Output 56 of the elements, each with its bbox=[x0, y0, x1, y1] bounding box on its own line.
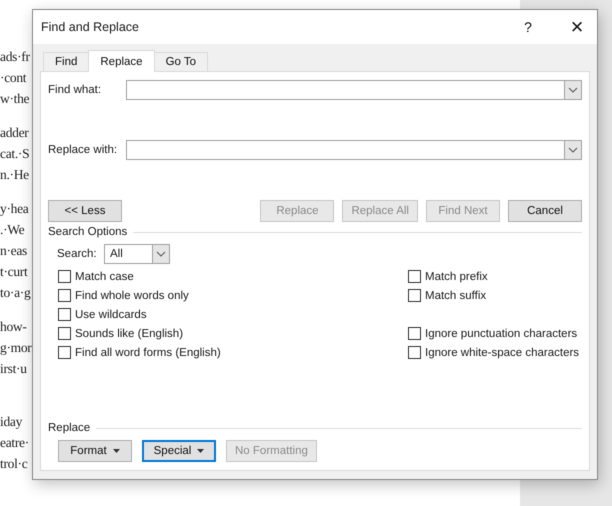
checkbox[interactable] bbox=[58, 308, 71, 321]
checkbox[interactable] bbox=[408, 270, 421, 283]
field-label: Find what: bbox=[48, 84, 102, 96]
option-label: Ignore punctuation characters bbox=[425, 328, 578, 340]
option-label: Find all word forms (English) bbox=[75, 346, 221, 358]
document-text: how- bbox=[0, 318, 27, 336]
document-text: ads·fr bbox=[0, 48, 30, 66]
option-label: Find whole words only bbox=[75, 290, 189, 302]
document-text: irst·u bbox=[0, 360, 27, 378]
window-title: Find and Replace bbox=[41, 20, 140, 34]
search-select[interactable]: All bbox=[104, 244, 170, 264]
section-heading: Replace bbox=[48, 422, 90, 434]
document-text: g·mor bbox=[0, 339, 32, 357]
dropdown-icon[interactable] bbox=[564, 141, 581, 159]
replace-with-field[interactable] bbox=[126, 140, 582, 160]
document-text: eatre· bbox=[0, 434, 29, 452]
document-text: trol·c bbox=[0, 455, 28, 473]
document-text: n.·He bbox=[0, 166, 29, 184]
format-menu-button[interactable]: Special bbox=[142, 440, 216, 462]
tab[interactable]: Find bbox=[43, 52, 90, 71]
option-label: Ignore white-space characters bbox=[425, 346, 580, 358]
field-label: Search: bbox=[57, 248, 98, 260]
dropdown-icon[interactable] bbox=[152, 245, 169, 263]
format-menu-button[interactable]: Format bbox=[58, 440, 132, 462]
checkbox[interactable] bbox=[58, 346, 71, 359]
close-button[interactable]: × bbox=[557, 12, 597, 42]
less-button[interactable]: << Less bbox=[48, 200, 122, 222]
document-text: .·We bbox=[0, 221, 24, 239]
option-label: Match suffix bbox=[425, 290, 486, 302]
checkbox[interactable] bbox=[408, 327, 421, 340]
option-label: Match case bbox=[75, 270, 134, 282]
document-text: ·cont bbox=[0, 69, 26, 87]
checkbox[interactable] bbox=[58, 289, 71, 302]
tab[interactable]: Replace bbox=[88, 50, 155, 72]
document-text: n·eas bbox=[0, 242, 27, 260]
action-button[interactable]: Cancel bbox=[508, 200, 582, 222]
field-label: Replace with: bbox=[48, 144, 118, 156]
document-text: t·curt bbox=[0, 263, 28, 281]
checkbox[interactable] bbox=[408, 289, 421, 302]
checkbox[interactable] bbox=[408, 346, 421, 359]
document-text: cat.·S bbox=[0, 145, 30, 163]
tab[interactable]: Go To bbox=[154, 52, 208, 71]
checkbox[interactable] bbox=[58, 327, 71, 340]
document-text: to·a·g bbox=[0, 284, 30, 302]
document-text: iday bbox=[0, 413, 22, 431]
section-heading: Search Options bbox=[48, 226, 128, 238]
option-label: Match prefix bbox=[425, 270, 488, 282]
checkbox[interactable] bbox=[58, 270, 71, 283]
document-text: adder bbox=[0, 124, 28, 142]
document-text: y·hea bbox=[0, 200, 28, 218]
dropdown-icon[interactable] bbox=[564, 81, 581, 99]
option-label: Use wildcards bbox=[75, 308, 147, 320]
document-text: w·the bbox=[0, 90, 30, 108]
option-label: Sounds like (English) bbox=[75, 328, 184, 340]
help-button[interactable]: ? bbox=[513, 12, 543, 42]
find-what-field[interactable] bbox=[126, 80, 582, 100]
